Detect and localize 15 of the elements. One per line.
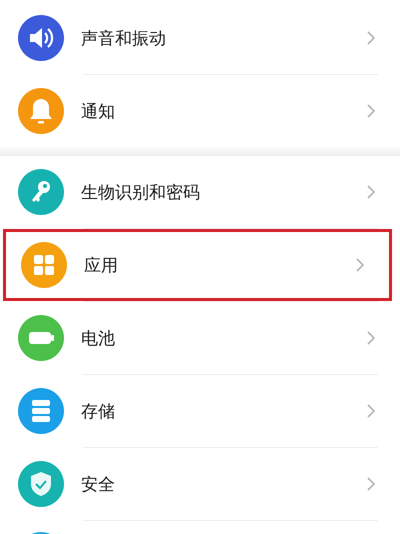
highlighted-settings-item[interactable]: 应用 (3, 229, 392, 301)
settings-label: 生物识别和密码 (81, 182, 201, 204)
settings-label: 通知 (81, 100, 116, 122)
settings-label: 存储 (81, 400, 116, 422)
settings-label: 声音和振动 (81, 28, 167, 50)
settings-label: 应用 (84, 254, 119, 276)
chevron-icon (355, 257, 365, 273)
chevron-icon (366, 403, 376, 419)
settings-label: 电池 (81, 328, 116, 350)
chevron-icon (366, 103, 376, 119)
chevron-icon (366, 476, 376, 492)
chevron-icon (366, 184, 376, 200)
settings-label: 安全 (81, 474, 116, 496)
chevron-icon (366, 30, 376, 46)
chevron-icon (366, 330, 376, 346)
